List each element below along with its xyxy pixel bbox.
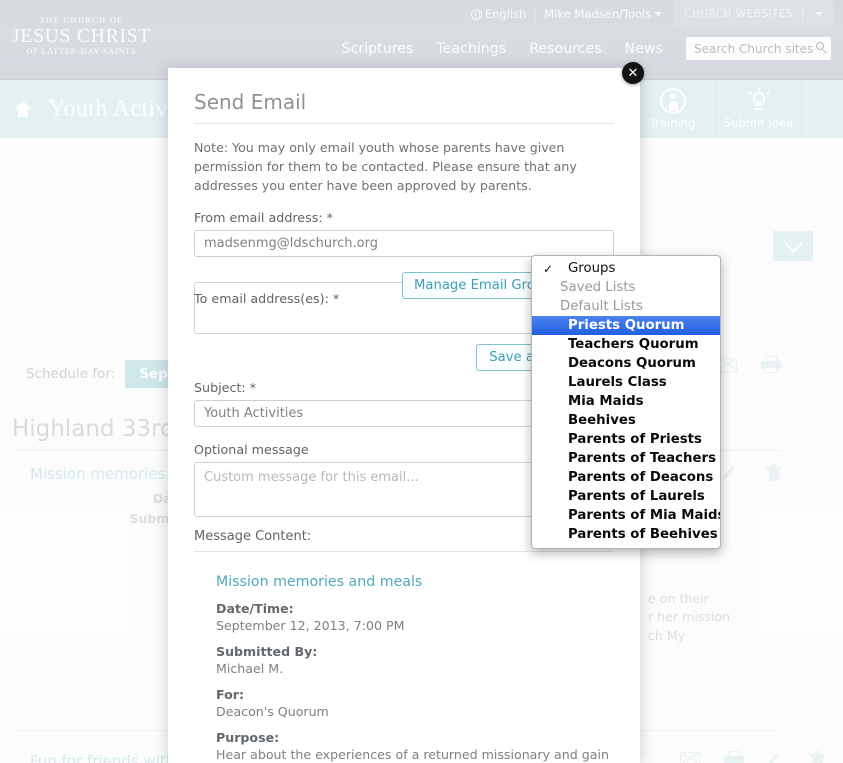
dropdown-item-parents-of-deacons[interactable]: Parents of Deacons <box>532 468 720 487</box>
close-icon[interactable]: ✕ <box>622 62 644 84</box>
dropdown-item-groups[interactable]: Groups <box>532 259 720 278</box>
dropdown-item-parents-of-laurels[interactable]: Parents of Laurels <box>532 487 720 506</box>
dropdown-header-saved-lists: Saved Lists <box>560 279 636 295</box>
permission-note: Note: You may only email youth whose par… <box>194 140 577 194</box>
modal-title: Send Email <box>194 90 307 114</box>
dropdown-item-parents-of-teachers[interactable]: Parents of Teachers <box>532 449 720 468</box>
message-for-value: Deacon's Quorum <box>216 704 329 720</box>
message-activity-title[interactable]: Mission memories and meals <box>216 574 614 590</box>
dropdown-item-mia-maids[interactable]: Mia Maids <box>532 392 720 411</box>
message-purpose-value: Hear about the experiences of a returned… <box>216 747 609 763</box>
message-purpose-label: Purpose: <box>216 730 280 746</box>
dropdown-header-default-lists: Default Lists <box>560 298 643 314</box>
from-email-input[interactable]: madsenmg@ldschurch.org <box>194 230 614 258</box>
dropdown-item-parents-of-beehives[interactable]: Parents of Beehives <box>532 525 720 544</box>
divider <box>194 123 614 124</box>
dropdown-item-deacons-quorum[interactable]: Deacons Quorum <box>532 354 720 373</box>
from-email-label: From email address: * <box>194 210 333 226</box>
message-for-label: For: <box>216 687 244 703</box>
message-submitted-label: Submitted By: <box>216 644 318 660</box>
dropdown-item-parents-of-priests[interactable]: Parents of Priests <box>532 430 720 449</box>
dropdown-item-parents-of-mia-maids[interactable]: Parents of Mia Maids <box>532 506 720 525</box>
dropdown-item-laurels-class[interactable]: Laurels Class <box>532 373 720 392</box>
to-email-label: To email address(es): * <box>194 291 340 307</box>
groups-dropdown-menu: Groups Saved Lists Default Lists Priests… <box>531 255 721 549</box>
message-submitted-value: Michael M. <box>216 661 284 677</box>
page-root: English | Mike Madsen/Tools CHURCH WEBSI… <box>0 0 843 763</box>
message-date-label: Date/Time: <box>216 601 294 617</box>
dropdown-item-teachers-quorum[interactable]: Teachers Quorum <box>532 335 720 354</box>
dropdown-item-priests-quorum[interactable]: Priests Quorum <box>532 316 720 335</box>
message-date-value: September 12, 2013, 7:00 PM <box>216 618 405 634</box>
message-preview: Mission memories and meals Date/Time: Se… <box>194 552 614 763</box>
dropdown-item-beehives[interactable]: Beehives <box>532 411 720 430</box>
